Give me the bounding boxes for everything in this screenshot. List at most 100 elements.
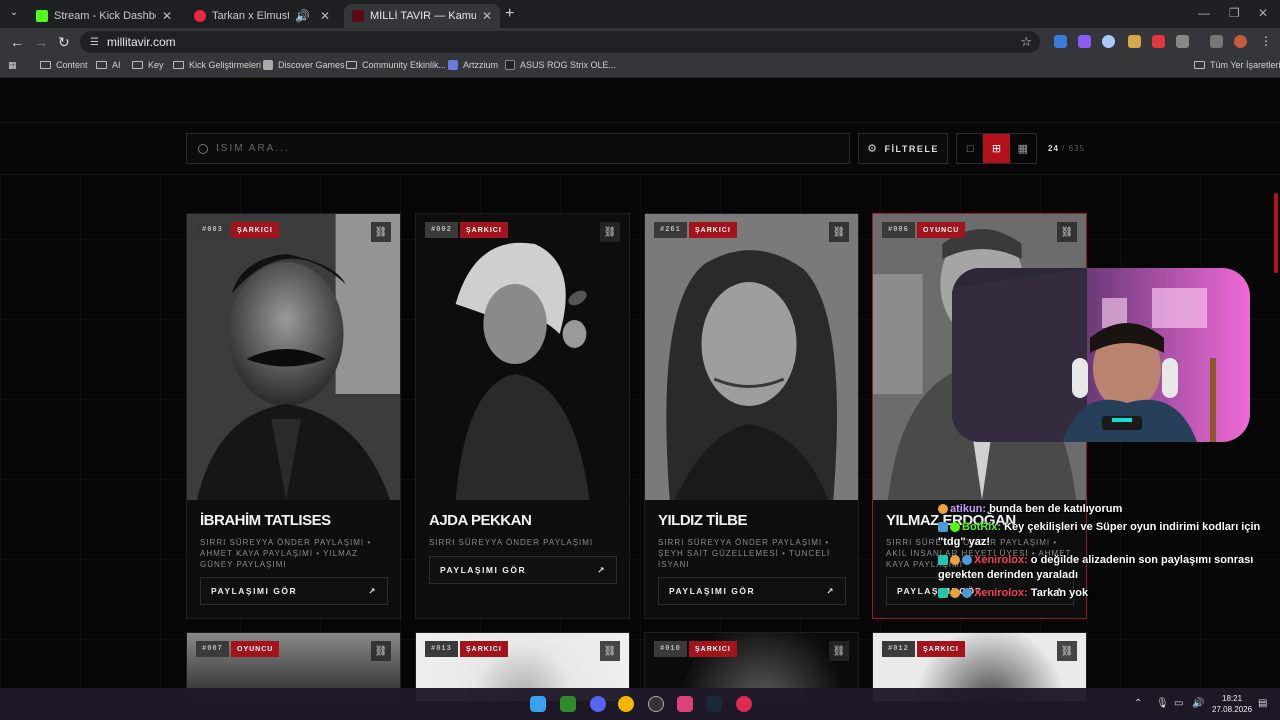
dense-grid-view-button[interactable]: ▦ [1010, 134, 1036, 163]
address-bar[interactable]: ☰ millitavir.com ☆ [80, 31, 1040, 53]
chat-message: Xenirolox: o değilde alizadenin son payla… [938, 553, 1278, 583]
dense-grid-icon: ▦ [1017, 143, 1029, 155]
bookmark-item[interactable]: Artzzium [448, 60, 498, 70]
person-card[interactable]: #261 ŞARKICI ⛓ YILDIZ TİLBE SIRRI SÜREYY… [644, 213, 859, 619]
bookmark-item[interactable]: ASUS ROG Strix OLE... [505, 60, 616, 70]
extension-icon[interactable] [1054, 35, 1067, 48]
view-post-button[interactable]: PAYLAŞIMI GÖR ↗ [658, 577, 846, 605]
media-control-icon[interactable] [1210, 35, 1223, 48]
artzzium-icon [448, 60, 458, 70]
steam-icon[interactable] [706, 696, 722, 712]
bookmark-item[interactable]: Discover Games [263, 60, 345, 70]
volume-icon[interactable]: 🔊 [1192, 698, 1204, 709]
apps-icon[interactable]: ▦ [8, 60, 17, 71]
extension-icon[interactable] [1078, 35, 1091, 48]
filter-label: FİLTRELE [884, 143, 939, 154]
bookmark-item[interactable]: Key [132, 60, 164, 70]
search-box[interactable] [186, 133, 850, 164]
link-icon[interactable]: ⛓ [600, 222, 620, 242]
person-photo [187, 214, 400, 500]
chrome-icon[interactable] [618, 696, 634, 712]
site-info-icon[interactable]: ☰ [90, 37, 99, 48]
tray-chevron-icon[interactable]: ⌃ [1134, 698, 1142, 709]
close-icon[interactable]: ✕ [320, 9, 330, 23]
filter-button[interactable]: ⚙ FİLTRELE [858, 133, 948, 164]
tab-title: Tarkan x Elmusto x Era7capo [212, 10, 289, 22]
extensions-puzzle-icon[interactable] [1176, 35, 1189, 48]
maximize-icon[interactable]: ❐ [1229, 6, 1240, 20]
bookmark-item[interactable]: Community Etkinlik... [346, 60, 446, 70]
back-icon[interactable]: ← [10, 34, 24, 50]
person-photo [645, 214, 858, 500]
microphone-icon[interactable]: 🎙 [1156, 698, 1169, 709]
chat-message: Xenirolox: Tarkan yok [938, 586, 1278, 601]
chat-username: Xenirolox: [974, 587, 1028, 599]
search-input[interactable] [216, 143, 816, 154]
youtube-music-icon [194, 10, 206, 22]
link-icon[interactable]: ⛓ [600, 641, 620, 661]
person-description: SIRRI SÜREYYA ÖNDER PAYLAŞIMI • AHMET KA… [200, 538, 372, 569]
category-badge: ŞARKICI [689, 641, 737, 657]
clock-date: 27.08.2026 [1212, 705, 1253, 714]
card-number-badge: #013 [425, 641, 458, 657]
network-icon[interactable]: ▭ [1174, 698, 1183, 709]
reload-icon[interactable]: ↻ [58, 34, 70, 51]
tab-tarkan-video[interactable]: Tarkan x Elmusto x Era7capo 🔊 ✕ [186, 4, 338, 28]
scrollbar[interactable] [1274, 193, 1278, 273]
single-view-button[interactable]: □ [957, 134, 983, 163]
person-card[interactable]: #003 ŞARKICI ⛓ İBRAHİM TATLISES SIRRI SÜ… [186, 213, 401, 619]
search-icon [198, 143, 208, 154]
arrow-up-right-icon: ↗ [826, 585, 835, 596]
instagram-icon[interactable] [677, 696, 693, 712]
chat-username: atikun: [950, 503, 987, 515]
link-icon[interactable]: ⛓ [371, 641, 391, 661]
link-icon[interactable]: ⛓ [829, 641, 849, 661]
person-name: AJDA PEKKAN [429, 512, 532, 529]
discord-icon[interactable] [590, 696, 606, 712]
og-badge-icon [938, 555, 948, 566]
obs-icon[interactable] [648, 696, 664, 712]
chat-message: BotRix: Key çekilişleri ve Süper oyun ind… [938, 520, 1278, 550]
person-photo [416, 214, 629, 500]
link-icon[interactable]: ⛓ [1057, 222, 1077, 242]
view-post-button[interactable]: PAYLAŞIMI GÖR ↗ [429, 556, 617, 584]
notification-icon[interactable]: ▤ [1258, 698, 1267, 709]
link-icon[interactable]: ⛓ [829, 222, 849, 242]
tab-milli-tavir[interactable]: MİLLİ TAVIR — Kamuya Açık Pay ✕ [344, 4, 500, 28]
extension-icon[interactable] [1102, 35, 1115, 48]
bookmark-item[interactable]: AI [96, 60, 121, 70]
new-tab-icon[interactable]: + [505, 5, 514, 23]
speaker-icon[interactable]: 🔊 [295, 9, 310, 23]
bookmark-item[interactable]: Kick Geliştirmeleri [173, 60, 261, 70]
bookmarks-bar: ▦ Content AI Key Kick Geliştirmeleri Dis… [0, 56, 1280, 78]
bookmark-star-icon[interactable]: ☆ [1020, 34, 1032, 50]
site-header [0, 79, 1280, 123]
minimize-icon[interactable]: — [1198, 6, 1210, 20]
person-card[interactable]: #002 ŞARKICI ⛓ AJDA PEKKAN SIRRI SÜREYYA… [415, 213, 630, 619]
extension-icon[interactable] [1152, 35, 1165, 48]
bookmark-item[interactable]: Content [40, 60, 88, 70]
diamond-badge-icon [962, 555, 972, 566]
close-icon[interactable]: ✕ [482, 9, 492, 23]
forward-icon[interactable]: → [34, 34, 48, 50]
tab-kick-dashboard[interactable]: Stream - Kick Dashboard ✕ [28, 4, 180, 28]
tab-title: MİLLİ TAVIR — Kamuya Açık Pay [370, 10, 476, 22]
profile-avatar[interactable] [1234, 35, 1247, 48]
view-post-button[interactable]: PAYLAŞIMI GÖR ↗ [200, 577, 388, 605]
all-bookmarks[interactable]: Tüm Yer İşaretleri [1194, 60, 1280, 70]
diamond-badge-icon [962, 588, 972, 599]
link-icon[interactable]: ⛓ [371, 222, 391, 242]
tab-search-icon[interactable]: ⌄ [6, 7, 22, 21]
xbox-icon[interactable] [560, 696, 576, 712]
window-close-icon[interactable]: ✕ [1258, 6, 1268, 20]
close-icon[interactable]: ✕ [162, 9, 172, 23]
media-player-icon[interactable] [736, 696, 752, 712]
windows-start-icon[interactable] [530, 696, 546, 712]
grid-view-button[interactable]: ⊞ [983, 134, 1010, 163]
extension-icon[interactable] [1128, 35, 1141, 48]
link-icon[interactable]: ⛓ [1057, 641, 1077, 661]
menu-icon[interactable]: ⋮ [1260, 34, 1272, 48]
chat-username: Xenirolox: [974, 554, 1028, 566]
card-number-badge: #006 [882, 222, 915, 238]
system-clock[interactable]: 18:21 27.08.2026 [1212, 693, 1252, 715]
